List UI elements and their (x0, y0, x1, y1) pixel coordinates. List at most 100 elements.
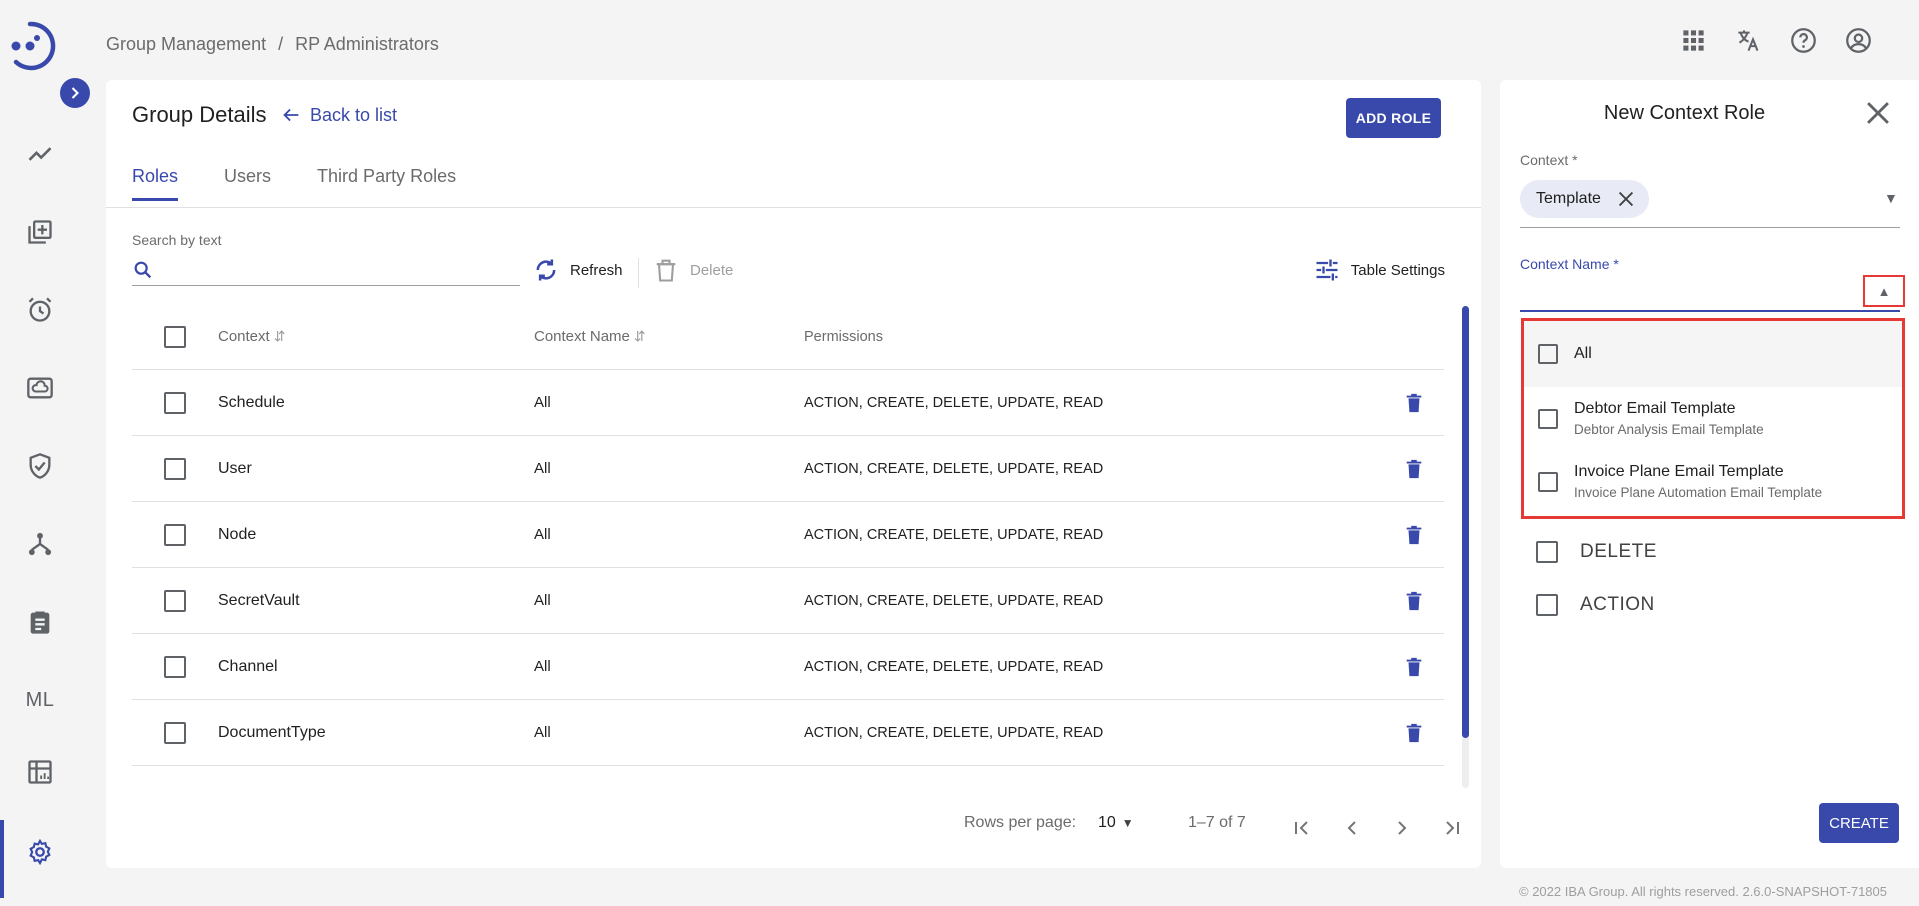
option-text: Debtor Email Template Debtor Analysis Em… (1574, 400, 1764, 437)
nav-ml-label: ML (25, 688, 55, 711)
row-checkbox[interactable] (164, 721, 186, 744)
table-scrollbar[interactable] (1462, 306, 1469, 738)
cell-context: SecretVault (218, 591, 300, 609)
apps-grid-icon (1683, 30, 1704, 51)
arrow-left-icon (283, 108, 299, 122)
trash-icon (1406, 525, 1422, 544)
refresh-button[interactable]: Refresh (532, 256, 623, 284)
close-panel-button[interactable] (1861, 96, 1895, 130)
search-field[interactable] (132, 254, 520, 286)
search-icon (134, 261, 152, 278)
cell-context: DocumentType (218, 723, 326, 741)
nav-ml[interactable]: ML (0, 668, 80, 732)
breadcrumb-separator: / (278, 34, 284, 54)
table-row[interactable]: Schedule All ACTION, CREATE, DELETE, UPD… (132, 370, 1444, 436)
last-page-button[interactable] (1440, 816, 1464, 840)
row-delete-button[interactable] (1384, 392, 1444, 414)
previous-page-button[interactable] (1340, 816, 1364, 840)
table-row[interactable]: DocumentType All ACTION, CREATE, DELETE,… (132, 700, 1444, 766)
header-actions (1675, 22, 1877, 59)
row-delete-button[interactable] (1384, 590, 1444, 612)
select-all-cell (132, 325, 218, 348)
nav-reports[interactable] (0, 740, 80, 804)
next-page-button[interactable] (1390, 816, 1414, 840)
search-input[interactable] (162, 261, 520, 278)
dropdown-option[interactable]: Invoice Plane Email Template Invoice Pla… (1524, 450, 1902, 513)
tabs-divider (106, 207, 1481, 208)
apps-button[interactable] (1675, 22, 1712, 59)
dropdown-option-all[interactable]: All (1524, 321, 1902, 387)
breadcrumb-parent[interactable]: Group Management (106, 34, 266, 55)
cell-context-name: All (534, 724, 551, 741)
tab-users[interactable]: Users (224, 166, 271, 201)
column-header-context[interactable]: Context ⇵ (218, 328, 534, 345)
caret-up-icon: ▲ (1877, 283, 1891, 299)
nav-library[interactable] (0, 200, 80, 264)
account-button[interactable] (1840, 22, 1877, 59)
nav-dashboard[interactable] (0, 122, 80, 186)
column-context-name-label: Context Name (534, 328, 630, 345)
logo-icon[interactable] (6, 14, 66, 74)
nav-nodes[interactable] (0, 512, 80, 576)
cell-context-name: All (534, 394, 551, 411)
page-range: 1–7 of 7 (1188, 814, 1246, 831)
row-delete-button[interactable] (1384, 458, 1444, 480)
language-button[interactable] (1730, 22, 1767, 59)
row-delete-button[interactable] (1384, 524, 1444, 546)
close-icon[interactable] (1615, 188, 1637, 210)
context-chip-label: Template (1536, 190, 1601, 207)
table-header: Context ⇵ Context Name ⇵ Permissions (132, 304, 1444, 370)
tab-third-party-roles[interactable]: Third Party Roles (317, 166, 456, 201)
row-checkbox[interactable] (164, 523, 186, 546)
account-icon (1846, 28, 1871, 53)
nav-security[interactable] (0, 434, 80, 498)
nav-settings[interactable] (0, 820, 80, 898)
nav-tasks[interactable] (0, 590, 80, 654)
permission-delete[interactable]: DELETE (1536, 541, 1657, 563)
cell-context-name: All (534, 526, 551, 543)
row-delete-button[interactable] (1384, 656, 1444, 678)
back-to-list-link[interactable]: Back to list (280, 104, 397, 126)
row-checkbox[interactable] (164, 391, 186, 414)
context-name-dropdown-toggle[interactable]: ▲ (1863, 275, 1905, 307)
row-checkbox[interactable] (164, 457, 186, 480)
dropdown-option[interactable]: Debtor Email Template Debtor Analysis Em… (1524, 387, 1902, 450)
column-header-context-name[interactable]: Context Name ⇵ (534, 328, 804, 345)
table-row[interactable]: Channel All ACTION, CREATE, DELETE, UPDA… (132, 634, 1444, 700)
cell-context: Channel (218, 657, 278, 675)
sort-icon: ⇵ (273, 328, 286, 344)
nav-storage[interactable] (0, 356, 80, 420)
row-delete-button[interactable] (1384, 722, 1444, 744)
help-icon (1791, 28, 1816, 53)
table-row[interactable]: User All ACTION, CREATE, DELETE, UPDATE,… (132, 436, 1444, 502)
permission-delete-checkbox[interactable] (1536, 541, 1558, 563)
table-settings-button[interactable]: Table Settings (1313, 256, 1445, 284)
rows-per-page-select[interactable]: 10 ▼ (1098, 814, 1134, 832)
context-name-dropdown: All Debtor Email Template Debtor Analysi… (1521, 318, 1905, 519)
permission-action-checkbox[interactable] (1536, 594, 1558, 616)
option-checkbox[interactable] (1538, 344, 1558, 364)
option-description: Invoice Plane Automation Email Template (1574, 485, 1823, 500)
table-row[interactable]: SecretVault All ACTION, CREATE, DELETE, … (132, 568, 1444, 634)
table-row[interactable]: Node All ACTION, CREATE, DELETE, UPDATE,… (132, 502, 1444, 568)
nav-scheduler[interactable] (0, 278, 80, 342)
select-all-checkbox[interactable] (164, 325, 186, 348)
first-page-button[interactable] (1290, 816, 1314, 840)
cell-context-name: All (534, 460, 551, 477)
caret-down-icon[interactable]: ▼ (1884, 190, 1898, 206)
help-button[interactable] (1785, 22, 1822, 59)
context-name-field[interactable] (1520, 310, 1900, 312)
row-checkbox[interactable] (164, 655, 186, 678)
delete-button[interactable]: Delete (652, 256, 733, 284)
footer-copyright: © 2022 IBA Group. All rights reserved. 2… (1519, 884, 1887, 899)
expand-nav-button[interactable] (60, 78, 90, 108)
option-checkbox[interactable] (1538, 408, 1558, 429)
option-checkbox[interactable] (1538, 471, 1558, 492)
row-checkbox[interactable] (164, 589, 186, 612)
add-role-button[interactable]: ADD ROLE (1346, 98, 1441, 138)
tab-roles[interactable]: Roles (132, 166, 179, 201)
side-nav: ML (0, 0, 90, 906)
option-label: Debtor Email Template (1574, 400, 1736, 417)
permission-action[interactable]: ACTION (1536, 594, 1655, 616)
create-button[interactable]: CREATE (1819, 803, 1899, 843)
